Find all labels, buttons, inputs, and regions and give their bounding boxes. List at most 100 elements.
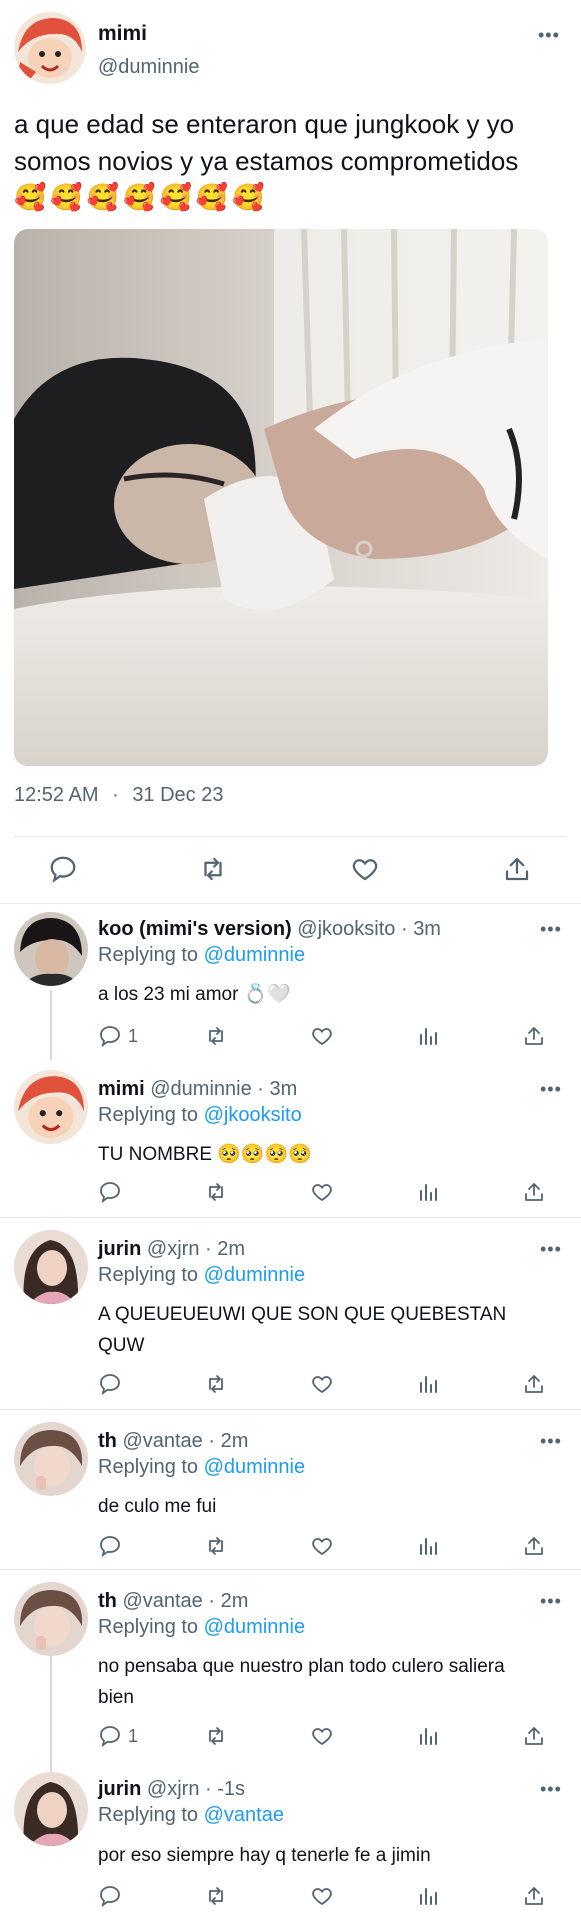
more-options-icon[interactable]: ••• bbox=[538, 26, 560, 44]
reply-author-name[interactable]: jurin bbox=[98, 1778, 141, 1800]
more-options-icon[interactable]: ••• bbox=[540, 1240, 562, 1258]
retweet-icon[interactable] bbox=[204, 1724, 228, 1748]
views-icon[interactable] bbox=[416, 1534, 440, 1558]
retweet-icon[interactable] bbox=[204, 1884, 228, 1908]
reply-icon[interactable] bbox=[98, 1534, 122, 1558]
reply-header: koo (mimi's version) @jkooksito · 3m bbox=[98, 918, 441, 941]
replying-to-link[interactable]: @duminnie bbox=[204, 1264, 305, 1286]
reply-time[interactable]: 3m bbox=[413, 918, 441, 940]
replying-to: Replying to @duminnie bbox=[98, 1616, 305, 1639]
more-options-icon[interactable]: ••• bbox=[540, 1592, 562, 1610]
like-icon[interactable] bbox=[310, 1372, 334, 1396]
replying-to: Replying to @duminnie bbox=[98, 1264, 305, 1287]
reply-author-handle[interactable]: @vantae bbox=[122, 1590, 202, 1612]
reply-icon[interactable] bbox=[48, 854, 78, 884]
reply-author-name[interactable]: mimi bbox=[98, 1078, 145, 1100]
replying-to-link[interactable]: @duminnie bbox=[204, 944, 305, 966]
retweet-icon[interactable] bbox=[204, 1534, 228, 1558]
ponyo-avatar-icon[interactable] bbox=[14, 12, 86, 84]
smiling-hearts-emoji: 🥰 bbox=[14, 182, 47, 212]
reply-icon[interactable] bbox=[98, 1724, 122, 1748]
reply-time[interactable]: 2m bbox=[221, 1590, 249, 1612]
reply-author-name[interactable]: jurin bbox=[98, 1238, 141, 1260]
tweet-date: 31 Dec 23 bbox=[132, 784, 224, 806]
reply-text: a los 23 mi amor 💍🤍 bbox=[98, 984, 292, 1005]
replying-to-link[interactable]: @duminnie bbox=[204, 1456, 305, 1478]
reply-author-handle[interactable]: @xjrn bbox=[147, 1238, 200, 1260]
girl-avatar-icon[interactable] bbox=[14, 1230, 88, 1304]
share-icon[interactable] bbox=[522, 1180, 546, 1204]
timestamp[interactable]: 12:52 AM · 31 Dec 23 bbox=[14, 784, 223, 807]
retweet-icon[interactable] bbox=[204, 1180, 228, 1204]
like-icon[interactable] bbox=[310, 1024, 334, 1048]
time-separator: · bbox=[205, 1778, 212, 1800]
like-icon[interactable] bbox=[310, 1884, 334, 1908]
reply-author-name[interactable]: th bbox=[98, 1590, 117, 1612]
reply-time[interactable]: 2m bbox=[217, 1238, 245, 1260]
tweet-photo[interactable] bbox=[14, 229, 548, 766]
reply-icon[interactable] bbox=[98, 1024, 122, 1048]
reply-tweet[interactable]: th @vantae · 2m ••• Replying to @duminni… bbox=[0, 1410, 581, 1570]
reply-tweet[interactable]: jurin @xjrn · -1s ••• Replying to @vanta… bbox=[0, 1760, 581, 1920]
reply-count: 1 bbox=[128, 1026, 139, 1046]
ponyo-avatar-icon[interactable] bbox=[14, 1070, 88, 1144]
retweet-icon[interactable] bbox=[204, 1024, 228, 1048]
more-options-icon[interactable]: ••• bbox=[540, 1780, 562, 1798]
reply-icon[interactable] bbox=[98, 1372, 122, 1396]
replying-to: Replying to @duminnie bbox=[98, 944, 305, 967]
author-name[interactable]: mimi bbox=[98, 22, 147, 46]
share-icon[interactable] bbox=[522, 1724, 546, 1748]
share-icon[interactable] bbox=[522, 1534, 546, 1558]
boy-avatar-icon[interactable] bbox=[14, 1582, 88, 1656]
views-icon[interactable] bbox=[416, 1180, 440, 1204]
time-separator: · bbox=[400, 918, 408, 940]
reply-action-bar: 1 bbox=[98, 1024, 558, 1052]
reply-tweet[interactable]: mimi @duminnie · 3m ••• Replying to @jko… bbox=[0, 1066, 581, 1218]
smiling-hearts-emoji: 🥰 bbox=[195, 182, 229, 212]
reply-time[interactable]: -1s bbox=[217, 1778, 245, 1800]
reply-time[interactable]: 3m bbox=[270, 1078, 298, 1100]
smiling-hearts-emoji: 🥰 bbox=[232, 182, 265, 212]
reply-icon[interactable] bbox=[98, 1884, 122, 1908]
more-options-icon[interactable]: ••• bbox=[540, 1432, 562, 1450]
share-icon[interactable] bbox=[522, 1372, 546, 1396]
reply-author-handle[interactable]: @duminnie bbox=[150, 1078, 251, 1100]
reply-author-name[interactable]: koo (mimi's version) bbox=[98, 918, 292, 940]
views-icon[interactable] bbox=[416, 1372, 440, 1396]
reply-tweet[interactable]: th @vantae · 2m ••• Replying to @duminni… bbox=[0, 1570, 581, 1760]
divider bbox=[14, 836, 567, 837]
author-handle[interactable]: @duminnie bbox=[98, 56, 199, 79]
replying-to-link[interactable]: @duminnie bbox=[204, 1616, 305, 1638]
views-icon[interactable] bbox=[416, 1724, 440, 1748]
replying-to-link[interactable]: @vantae bbox=[204, 1804, 284, 1826]
reply-tweet[interactable]: koo (mimi's version) @jkooksito · 3m •••… bbox=[0, 904, 581, 1066]
like-icon[interactable] bbox=[310, 1534, 334, 1558]
views-icon[interactable] bbox=[416, 1884, 440, 1908]
girl-avatar-icon[interactable] bbox=[14, 1772, 88, 1846]
reply-header: th @vantae · 2m bbox=[98, 1590, 248, 1613]
more-options-icon[interactable]: ••• bbox=[540, 1080, 562, 1098]
reply-icon[interactable] bbox=[98, 1180, 122, 1204]
reply-author-handle[interactable]: @jkooksito bbox=[297, 918, 395, 940]
share-icon[interactable] bbox=[502, 854, 532, 884]
replying-label: Replying to bbox=[98, 1456, 199, 1478]
reply-author-handle[interactable]: @vantae bbox=[122, 1430, 202, 1452]
replying-to-link[interactable]: @jkooksito bbox=[204, 1104, 302, 1126]
like-icon[interactable] bbox=[310, 1724, 334, 1748]
reply-tweet[interactable]: jurin @xjrn · 2m ••• Replying to @duminn… bbox=[0, 1218, 581, 1410]
share-icon[interactable] bbox=[522, 1884, 546, 1908]
views-icon[interactable] bbox=[416, 1024, 440, 1048]
reply-time[interactable]: 2m bbox=[221, 1430, 249, 1452]
boy-avatar-icon[interactable] bbox=[14, 1422, 88, 1496]
reply-author-handle[interactable]: @xjrn bbox=[147, 1778, 200, 1800]
share-icon[interactable] bbox=[522, 1024, 546, 1048]
retweet-icon[interactable] bbox=[204, 1372, 228, 1396]
dark-hair-avatar-icon[interactable] bbox=[14, 912, 88, 986]
reply-author-name[interactable]: th bbox=[98, 1430, 117, 1452]
retweet-icon[interactable] bbox=[198, 854, 228, 884]
like-icon[interactable] bbox=[350, 854, 380, 884]
time-separator: · bbox=[208, 1590, 216, 1612]
replying-label: Replying to bbox=[98, 1616, 199, 1638]
more-options-icon[interactable]: ••• bbox=[540, 920, 562, 938]
like-icon[interactable] bbox=[310, 1180, 334, 1204]
